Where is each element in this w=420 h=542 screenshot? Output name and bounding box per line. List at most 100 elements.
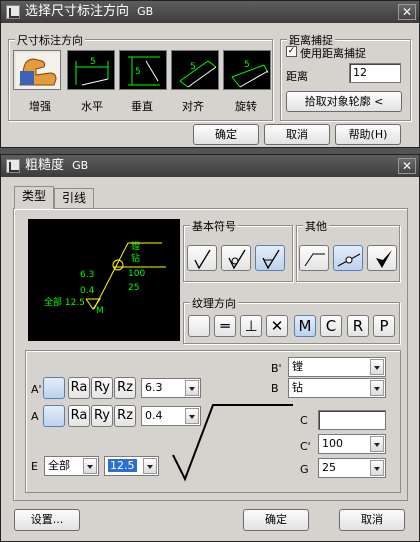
texture-direction-title: 纹理方向 xyxy=(190,295,238,311)
dialog1-titlebar[interactable]: 选择尺寸标注方向 GB ✕ xyxy=(1,1,419,23)
e-label: E xyxy=(31,460,38,473)
a-prime-value: 6.3 xyxy=(145,381,163,394)
dialog2-titlebar[interactable]: 粗糙度 GB ✕ xyxy=(1,155,419,177)
svg-text:镗: 镗 xyxy=(131,240,140,252)
chevron-down-icon[interactable] xyxy=(185,408,199,424)
b-label: B xyxy=(271,382,279,395)
app-icon xyxy=(6,159,20,173)
a-prime-rz-button[interactable]: Rz xyxy=(114,377,136,399)
b-value: 钻 xyxy=(292,381,303,394)
e-value-select[interactable]: 12.5 xyxy=(104,456,159,476)
e-value: 12.5 xyxy=(108,459,137,472)
tile-enhanced-label: 增强 xyxy=(29,100,51,113)
a-prime-value-select[interactable]: 6.3 xyxy=(141,378,201,398)
a-rz-button[interactable]: Rz xyxy=(114,405,136,427)
settings-button[interactable]: 设置... xyxy=(14,509,80,531)
svg-text:6.3: 6.3 xyxy=(80,270,94,280)
line-break-icon xyxy=(304,253,325,267)
dialog1-title: 选择尺寸标注方向 xyxy=(25,4,130,19)
e-scope-select[interactable]: 全部 xyxy=(44,456,99,476)
vertical-dimension-icon: 5 xyxy=(128,56,160,86)
chevron-down-icon[interactable] xyxy=(83,458,97,474)
svg-text:M: M xyxy=(96,306,104,316)
c-prime-label: C' xyxy=(300,440,311,453)
a-ra-button[interactable]: Ra xyxy=(68,405,90,427)
texture-parallel-button[interactable]: ═ xyxy=(214,315,236,337)
symbol-no-removal-button[interactable] xyxy=(221,245,251,271)
roughness-symbol-preview: 镗 钻 6.3 0.4 100 25 全部 12.5 M xyxy=(44,240,166,316)
a-ry-button[interactable]: Ry xyxy=(91,405,113,427)
distance-input[interactable]: 12 xyxy=(349,63,401,83)
chevron-down-icon[interactable] xyxy=(370,460,384,476)
snap-checkbox[interactable]: ✓ xyxy=(286,46,297,57)
b-prime-label: B' xyxy=(271,362,282,375)
g-select[interactable]: 25 xyxy=(318,458,386,478)
other-circle-line-button[interactable] xyxy=(333,245,363,271)
close-icon[interactable]: ✕ xyxy=(398,4,416,20)
dialog1-help-button[interactable]: 帮助(H) xyxy=(335,124,401,145)
tab-leader[interactable]: 引线 xyxy=(54,188,94,208)
dialog2-title-suffix: GB xyxy=(72,159,89,172)
arm-flex-icon xyxy=(16,53,60,89)
direction-group-title: 尺寸标注方向 xyxy=(15,32,85,48)
a-prime-ry-button[interactable]: Ry xyxy=(91,377,113,399)
a-prime-ra-button[interactable]: Ra xyxy=(68,377,90,399)
texture-perpendicular-button[interactable]: ⊥ xyxy=(240,315,262,337)
tab-type[interactable]: 类型 xyxy=(14,186,54,209)
check-roughness-icon xyxy=(194,249,211,270)
close-icon[interactable]: ✕ xyxy=(398,158,416,174)
svg-text:5: 5 xyxy=(135,67,141,77)
b-prime-select[interactable]: 镗 xyxy=(288,357,386,377)
tile-enhanced[interactable] xyxy=(13,50,61,90)
c-label: C xyxy=(300,414,308,427)
tile-aligned[interactable]: 5 xyxy=(171,50,219,90)
tile-vertical-label: 垂直 xyxy=(131,100,153,113)
basic-symbol-title: 基本符号 xyxy=(190,218,238,234)
b-select[interactable]: 钻 xyxy=(288,378,386,398)
dialog2-ok-button[interactable]: 确定 xyxy=(243,509,309,531)
texture-cross-button[interactable]: ✕ xyxy=(266,315,288,337)
tile-vertical[interactable]: 5 xyxy=(119,50,167,90)
other-filled-button[interactable] xyxy=(367,245,397,271)
a-value: 0.4 xyxy=(145,409,163,422)
chevron-down-icon[interactable] xyxy=(370,359,384,375)
app-icon xyxy=(6,5,20,19)
chevron-down-icon[interactable] xyxy=(143,458,157,474)
tile-horizontal-label: 水平 xyxy=(81,100,103,113)
symbol-removal-button[interactable] xyxy=(255,245,285,271)
horizontal-dimension-icon: 5 xyxy=(75,57,109,86)
svg-text:0.4: 0.4 xyxy=(80,286,95,296)
a-value-select[interactable]: 0.4 xyxy=(141,406,201,426)
texture-r-button[interactable]: R xyxy=(347,315,369,337)
c-prime-select[interactable]: 100 xyxy=(318,434,386,454)
dialog1-ok-button[interactable]: 确定 xyxy=(193,124,259,145)
texture-none-button[interactable] xyxy=(188,315,210,337)
tile-horizontal[interactable]: 5 xyxy=(67,50,115,90)
c-prime-value: 100 xyxy=(322,437,343,450)
svg-text:钻: 钻 xyxy=(131,252,140,264)
dimension-direction-dialog: 选择尺寸标注方向 GB ✕ 尺寸标注方向 增强 5 水平 5 垂直 5 对齐 5… xyxy=(0,0,420,148)
texture-m-button[interactable]: M xyxy=(294,315,316,337)
other-line-button[interactable] xyxy=(299,245,329,271)
texture-p-button[interactable]: P xyxy=(373,315,395,337)
svg-text:100: 100 xyxy=(128,269,145,279)
chevron-down-icon[interactable] xyxy=(370,380,384,396)
g-value: 25 xyxy=(322,461,336,474)
svg-text:5: 5 xyxy=(190,62,196,72)
chevron-down-icon[interactable] xyxy=(185,380,199,396)
filled-check-icon xyxy=(376,250,392,268)
other-group-title: 其他 xyxy=(303,218,329,234)
pick-contour-button[interactable]: 拾取对象轮廓 < xyxy=(286,91,402,112)
c-input[interactable] xyxy=(318,410,386,430)
dialog2-cancel-button[interactable]: 取消 xyxy=(339,509,405,531)
tile-rotated[interactable]: 5 xyxy=(223,50,271,90)
a-prime-label: A' xyxy=(31,383,42,396)
a-blank-button[interactable] xyxy=(43,405,65,427)
symbol-basic-button[interactable] xyxy=(187,245,217,271)
distance-label: 距离 xyxy=(286,70,308,83)
chevron-down-icon[interactable] xyxy=(370,436,384,452)
a-prime-blank-button[interactable] xyxy=(43,377,65,399)
texture-c-button[interactable]: C xyxy=(320,315,342,337)
dialog1-cancel-button[interactable]: 取消 xyxy=(264,124,330,145)
g-label: G xyxy=(300,463,309,476)
